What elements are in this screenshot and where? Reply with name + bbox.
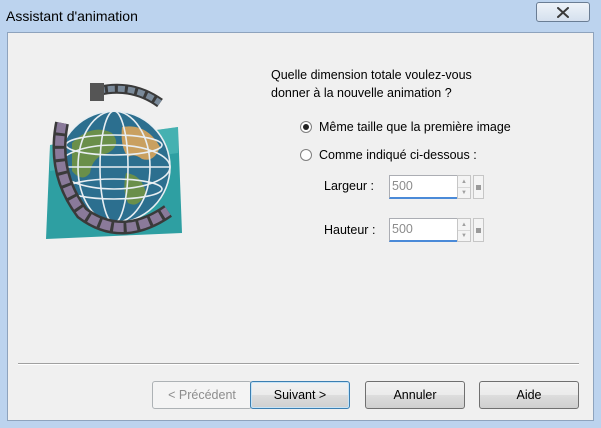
height-spinner: 500 ▲ ▼	[389, 218, 484, 242]
spin-down-icon[interactable]: ▼	[458, 230, 470, 241]
question-line-2: donner à la nouvelle animation ?	[271, 86, 452, 100]
close-button[interactable]	[536, 2, 590, 22]
width-spinner: 500 ▲ ▼	[389, 175, 484, 199]
spin-down-icon[interactable]: ▼	[458, 187, 470, 198]
width-input[interactable]: 500	[389, 175, 458, 199]
title-bar[interactable]: Assistant d'animation	[0, 0, 601, 32]
cancel-button[interactable]: Annuler	[365, 381, 465, 409]
height-label: Hauteur :	[324, 223, 376, 237]
animation-wizard-window: Assistant d'animation Quelle dimension t…	[0, 0, 601, 428]
separator	[18, 363, 579, 365]
question-text: Quelle dimension totale voulez-vous donn…	[271, 66, 571, 102]
width-spin-buttons: ▲ ▼	[457, 175, 471, 199]
radio-custom-size-label: Comme indiqué ci-dessous :	[319, 148, 477, 162]
window-title: Assistant d'animation	[6, 8, 138, 24]
close-icon	[557, 6, 569, 18]
radio-custom-size-circle[interactable]	[300, 149, 312, 161]
globe-film-icon	[46, 83, 182, 239]
help-button[interactable]: Aide	[479, 381, 579, 409]
previous-button[interactable]: < Précédent	[152, 381, 252, 409]
question-line-1: Quelle dimension totale voulez-vous	[271, 68, 472, 82]
radio-same-size-label: Même taille que la première image	[319, 120, 511, 134]
radio-same-size[interactable]: Même taille que la première image	[300, 120, 511, 134]
next-button[interactable]: Suivant >	[250, 381, 350, 409]
wizard-page: Quelle dimension totale voulez-vous donn…	[7, 32, 594, 421]
width-label: Largeur :	[324, 179, 375, 193]
height-input[interactable]: 500	[389, 218, 458, 242]
radio-same-size-circle[interactable]	[300, 121, 312, 133]
height-spin-buttons: ▲ ▼	[457, 218, 471, 242]
width-spin-grip[interactable]	[473, 175, 484, 199]
height-spin-grip[interactable]	[473, 218, 484, 242]
radio-custom-size[interactable]: Comme indiqué ci-dessous :	[300, 148, 477, 162]
